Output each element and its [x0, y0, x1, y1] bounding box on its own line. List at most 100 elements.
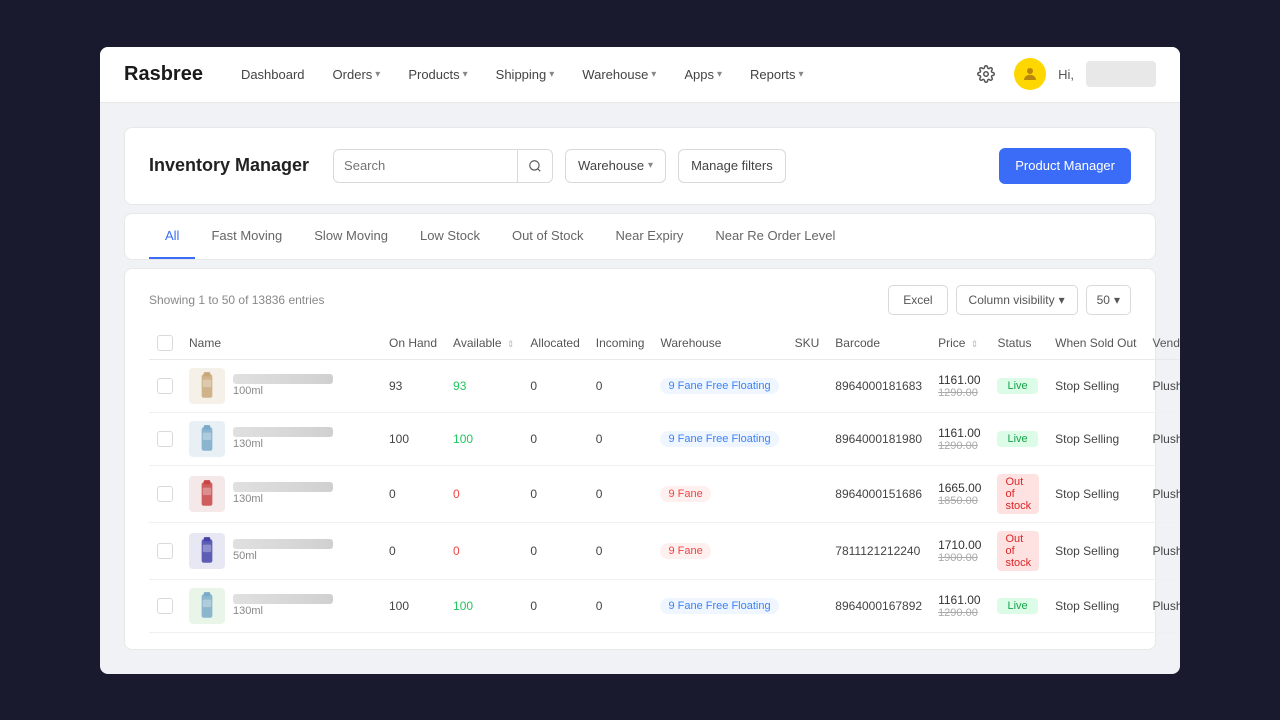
status-value: Out of stock — [989, 465, 1047, 522]
tab-all[interactable]: All — [149, 214, 195, 259]
col-barcode: Barcode — [827, 327, 930, 360]
status-value: Live — [989, 359, 1047, 412]
product-cell: 100ml — [189, 368, 373, 404]
product-name — [233, 427, 333, 437]
col-available[interactable]: Available ⇕ — [445, 327, 522, 360]
tab-near-reorder[interactable]: Near Re Order Level — [699, 214, 851, 259]
toolbar-right: Excel Column visibility ▾ 50 ▾ — [888, 285, 1131, 315]
table-toolbar: Showing 1 to 50 of 13836 entries Excel C… — [149, 285, 1131, 315]
product-manager-button[interactable]: Product Manager — [999, 148, 1131, 184]
product-name — [233, 539, 333, 549]
tabs: All Fast Moving Slow Moving Low Stock Ou… — [149, 214, 1131, 259]
on-hand-value: 0 — [381, 465, 445, 522]
price-sort-icon: ⇕ — [971, 339, 979, 349]
available-value: 100 — [445, 579, 522, 632]
barcode-value: 7811121212240 — [827, 522, 930, 579]
row-checkbox[interactable] — [157, 543, 173, 559]
navbar: Rasbree Dashboard Orders ▾ Products ▾ Sh… — [100, 47, 1180, 103]
apps-chevron-icon: ▾ — [717, 69, 722, 80]
search-input[interactable] — [334, 158, 517, 173]
nav-dashboard[interactable]: Dashboard — [231, 61, 315, 88]
product-cell: 130ml — [189, 476, 373, 512]
allocated-value: 0 — [522, 465, 587, 522]
incoming-value: 0 — [588, 522, 653, 579]
col-on-hand[interactable]: On Hand — [381, 327, 445, 360]
warehouse-value: 9 Fane — [652, 465, 786, 522]
warehouse-value: 9 Fane Free Floating — [652, 579, 786, 632]
incoming-value: 0 — [588, 412, 653, 465]
tab-low-stock[interactable]: Low Stock — [404, 214, 496, 259]
nav-shipping[interactable]: Shipping ▾ — [486, 61, 565, 88]
per-page-button[interactable]: 50 ▾ — [1086, 285, 1131, 315]
search-button[interactable] — [517, 149, 552, 183]
barcode-value: 8964000167892 — [827, 579, 930, 632]
product-image-icon — [192, 424, 222, 454]
warehouse-chevron-icon: ▾ — [651, 69, 656, 80]
allocated-value: 0 — [522, 412, 587, 465]
warehouse-value: 9 Fane Free Floating — [652, 412, 786, 465]
product-name — [233, 374, 333, 384]
tab-slow-moving[interactable]: Slow Moving — [298, 214, 404, 259]
col-vis-chevron-icon: ▾ — [1059, 293, 1065, 307]
search-icon — [528, 159, 542, 173]
price-value: 1710.00 1900.00 — [930, 522, 989, 579]
incoming-value: 0 — [588, 359, 653, 412]
nav-apps[interactable]: Apps ▾ — [674, 61, 732, 88]
product-thumbnail — [189, 421, 225, 457]
available-value: 0 — [445, 522, 522, 579]
price-value: 1161.00 1290.00 — [930, 359, 989, 412]
col-when-sold-out: When Sold Out — [1047, 327, 1144, 360]
tab-out-of-stock[interactable]: Out of Stock — [496, 214, 600, 259]
showing-text: Showing 1 to 50 of 13836 entries — [149, 293, 324, 307]
row-checkbox[interactable] — [157, 486, 173, 502]
excel-button[interactable]: Excel — [888, 285, 947, 315]
column-visibility-button[interactable]: Column visibility ▾ — [956, 285, 1078, 315]
barcode-value: 8964000181980 — [827, 412, 930, 465]
table-row: 100ml 93 93 0 0 9 Fane Free Floating 896… — [149, 359, 1180, 412]
barcode-value: 8964000181683 — [827, 359, 930, 412]
product-name — [233, 594, 333, 604]
sku-value — [787, 579, 828, 632]
row-checkbox[interactable] — [157, 598, 173, 614]
nav-products[interactable]: Products ▾ — [398, 61, 477, 88]
vendor-value: Plushr — [1145, 359, 1181, 412]
product-variant: 130ml — [233, 493, 333, 505]
tab-fast-moving[interactable]: Fast Moving — [195, 214, 298, 259]
on-hand-value: 100 — [381, 412, 445, 465]
status-value: Live — [989, 412, 1047, 465]
price-value: 1161.00 1290.00 — [930, 412, 989, 465]
sku-value — [787, 412, 828, 465]
product-cell: 130ml — [189, 421, 373, 457]
row-checkbox[interactable] — [157, 378, 173, 394]
col-incoming: Incoming — [588, 327, 653, 360]
table-row: 130ml 100 100 0 0 9 Fane Free Floating 8… — [149, 412, 1180, 465]
incoming-value: 0 — [588, 465, 653, 522]
per-page-chevron-icon: ▾ — [1114, 293, 1120, 307]
tabs-bar: All Fast Moving Slow Moving Low Stock Ou… — [124, 213, 1156, 260]
orders-chevron-icon: ▾ — [375, 69, 380, 80]
col-price[interactable]: Price ⇕ — [930, 327, 989, 360]
avatar[interactable] — [1014, 58, 1046, 90]
settings-icon[interactable] — [970, 58, 1002, 90]
select-all-checkbox[interactable] — [157, 335, 173, 351]
vendor-value: Plushr — [1145, 412, 1181, 465]
vendor-value: Plushr — [1145, 465, 1181, 522]
product-thumbnail — [189, 476, 225, 512]
on-hand-value: 0 — [381, 522, 445, 579]
tab-near-expiry[interactable]: Near Expiry — [600, 214, 700, 259]
inventory-header: Inventory Manager Warehouse ▾ Manage fil… — [124, 127, 1156, 205]
row-checkbox[interactable] — [157, 431, 173, 447]
page-content: Inventory Manager Warehouse ▾ Manage fil… — [100, 103, 1180, 674]
price-value: 1665.00 1850.00 — [930, 465, 989, 522]
manage-filters-button[interactable]: Manage filters — [678, 149, 786, 183]
vendor-value: Plushr — [1145, 522, 1181, 579]
product-image-icon — [192, 591, 222, 621]
nav-reports[interactable]: Reports ▾ — [740, 61, 814, 88]
warehouse-filter-button[interactable]: Warehouse ▾ — [565, 149, 666, 183]
warehouse-value: 9 Fane Free Floating — [652, 359, 786, 412]
allocated-value: 0 — [522, 522, 587, 579]
nav-warehouse[interactable]: Warehouse ▾ — [572, 61, 666, 88]
nav-orders[interactable]: Orders ▾ — [323, 61, 391, 88]
on-hand-value: 100 — [381, 579, 445, 632]
available-value: 100 — [445, 412, 522, 465]
